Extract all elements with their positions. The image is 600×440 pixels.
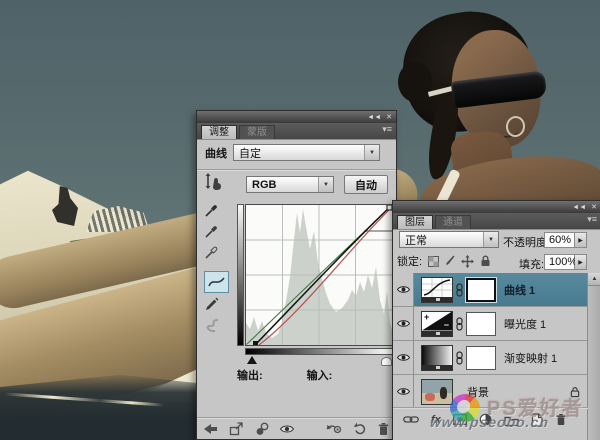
adjustments-bottom-bar [197, 417, 396, 439]
eye-icon [397, 319, 410, 328]
close-panel-icon[interactable]: ✕ [386, 114, 392, 121]
opacity-value[interactable]: 60% [544, 232, 575, 248]
tab-adjustments[interactable]: 调整 [201, 125, 237, 139]
collapse-panel-icon[interactable]: ◄◄ [572, 204, 586, 211]
thumbnail-slider [422, 297, 452, 302]
delete-adjustment-icon[interactable] [377, 422, 390, 436]
layer-row-exposure[interactable]: +− 曝光度 1 [393, 307, 588, 341]
adjustments-tabs: 调整 蒙版 ▾≡ [197, 123, 396, 140]
lock-paint-icon[interactable] [445, 255, 455, 267]
channel-dropdown[interactable]: RGB ▼ [246, 176, 334, 193]
layers-scrollbar[interactable]: ▲ [587, 273, 600, 440]
tab-masks[interactable]: 蒙版 [239, 125, 275, 139]
dropdown-arrow-icon[interactable]: ▼ [483, 232, 498, 247]
return-to-adjustment-list-icon[interactable] [203, 423, 218, 435]
lock-all-icon[interactable] [480, 255, 491, 267]
view-previous-state-icon[interactable] [326, 423, 342, 434]
edit-points-tool-selected[interactable] [204, 271, 229, 293]
tab-channels[interactable]: 通道 [435, 215, 471, 229]
visibility-toggle[interactable] [393, 375, 414, 408]
layer-row-curves[interactable]: 曲线 1 [393, 273, 588, 307]
visibility-toggle[interactable] [393, 341, 414, 374]
watermark-url: www.pseobo.cn [429, 414, 550, 430]
curves-preset-dropdown[interactable]: 自定 ▼ [233, 144, 380, 161]
eye-icon [397, 387, 410, 396]
separator [197, 169, 396, 170]
link-layers-icon[interactable] [403, 415, 419, 424]
layer-visibility-icon[interactable] [280, 424, 294, 434]
layer-name[interactable]: 渐变映射 1 [504, 350, 557, 366]
opacity-spinner-icon[interactable]: ▶ [575, 232, 587, 248]
layers-tabs: 图层 通道 ▾≡ [393, 213, 600, 230]
white-point-slider[interactable] [381, 357, 392, 366]
input-gradient-bar [245, 348, 393, 355]
dropdown-arrow-icon[interactable]: ▼ [318, 177, 333, 192]
collapse-panel-icon[interactable]: ◄◄ [367, 114, 381, 121]
channel-value: RGB [252, 179, 276, 191]
layer-mask-thumbnail[interactable] [466, 312, 496, 336]
thumbnail-slider [422, 331, 452, 336]
curves-layer-thumbnail[interactable] [421, 277, 453, 303]
layer-name[interactable]: 曝光度 1 [504, 316, 546, 332]
smooth-curve-icon [205, 319, 221, 333]
opacity-label: 不透明度: [503, 234, 550, 250]
layer-mask-thumbnail[interactable] [466, 346, 496, 370]
curves-preset-value: 自定 [239, 145, 261, 161]
fill-label: 填充: [519, 256, 544, 272]
mask-link-icon[interactable] [453, 351, 466, 365]
input-label: 输入: [307, 367, 333, 383]
thumbnail-slider [422, 365, 452, 370]
tab-layers[interactable]: 图层 [397, 215, 433, 229]
layer-name[interactable]: 曲线 1 [504, 282, 535, 298]
layer-list: 曲线 1 +− 曝光度 1 [393, 273, 588, 409]
curves-type-label: 曲线 [205, 145, 227, 161]
gradient-map-layer-thumbnail[interactable] [421, 345, 453, 371]
reset-adjustment-icon[interactable] [353, 422, 366, 435]
output-label: 输出: [237, 367, 263, 383]
black-point-slider[interactable] [247, 356, 257, 364]
adjustments-titlebar: ◄◄ ✕ [197, 111, 396, 123]
scroll-up-icon[interactable]: ▲ [588, 273, 600, 286]
curve-grid[interactable] [245, 204, 393, 346]
layer-mask-thumbnail[interactable] [466, 278, 496, 302]
gray-point-eyedropper-icon[interactable] [205, 224, 219, 238]
lock-label: 锁定: [397, 253, 422, 269]
close-panel-icon[interactable]: ✕ [591, 204, 597, 211]
layer-row-gradient-map[interactable]: 渐变映射 1 [393, 341, 588, 375]
white-point-eyedropper-icon[interactable] [205, 245, 219, 259]
auto-button[interactable]: 自动 [344, 175, 388, 194]
clip-to-layer-icon[interactable] [255, 422, 269, 436]
photo-hair-bun [398, 62, 432, 102]
visibility-toggle[interactable] [393, 307, 414, 340]
exposure-layer-thumbnail[interactable]: +− [421, 311, 453, 337]
fill-value[interactable]: 100% [544, 254, 575, 270]
panel-menu-icon[interactable]: ▾≡ [382, 125, 392, 134]
blend-mode-value: 正常 [405, 232, 427, 248]
pencil-tool-icon[interactable] [205, 297, 219, 311]
switch-panel-view-icon[interactable] [229, 422, 244, 436]
lock-position-icon[interactable] [461, 255, 474, 268]
layers-titlebar: ◄◄ ✕ [393, 201, 600, 213]
fill-spinner-icon[interactable]: ▶ [575, 254, 587, 270]
dropdown-arrow-icon[interactable]: ▼ [364, 145, 379, 160]
adjustments-panel: ◄◄ ✕ 调整 蒙版 ▾≡ 曲线 自定 ▼ [196, 110, 397, 440]
visibility-toggle[interactable] [393, 273, 414, 306]
blend-mode-dropdown[interactable]: 正常 ▼ [399, 231, 499, 248]
targeted-adjustment-icon[interactable] [205, 173, 222, 191]
eye-icon [397, 285, 410, 294]
photoshop-workspace: ◄◄ ✕ 调整 蒙版 ▾≡ 曲线 自定 ▼ [0, 0, 600, 440]
panel-menu-icon[interactable]: ▾≡ [587, 215, 597, 224]
mask-link-icon[interactable] [453, 283, 466, 297]
background-layer-thumbnail[interactable] [421, 379, 453, 405]
eye-icon [397, 353, 410, 362]
lock-transparency-icon[interactable] [428, 256, 439, 267]
black-point-eyedropper-icon[interactable] [205, 203, 219, 217]
output-gradient-bar [237, 204, 244, 346]
mask-link-icon[interactable] [453, 317, 466, 331]
